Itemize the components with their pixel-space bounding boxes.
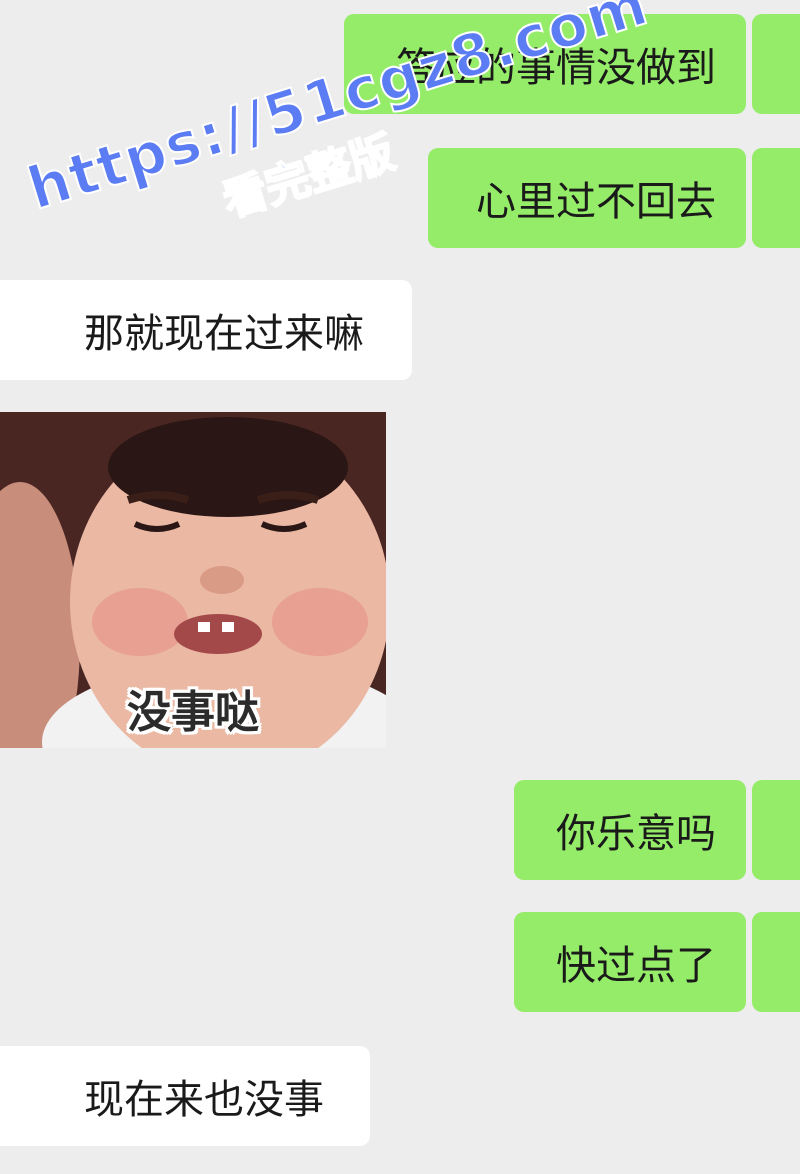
message-bubble-outgoing[interactable]: 快过点了: [514, 912, 746, 1012]
message-text: 快过点了: [556, 943, 716, 989]
self-avatar[interactable]: [752, 912, 800, 1012]
message-bubble-incoming[interactable]: 那就现在过来嘛: [0, 280, 412, 380]
message-bubble-outgoing[interactable]: 答应的事情没做到: [344, 14, 746, 114]
message-text: 你乐意吗: [556, 811, 716, 857]
message-bubble-outgoing[interactable]: 心里过不回去: [428, 148, 746, 248]
self-avatar[interactable]: [752, 780, 800, 880]
message-bubble-incoming[interactable]: 现在来也没事: [0, 1046, 370, 1146]
message-text: 那就现在过来嘛: [84, 311, 364, 357]
message-bubble-outgoing[interactable]: 你乐意吗: [514, 780, 746, 880]
sticker-caption: 没事哒: [127, 687, 259, 738]
self-avatar[interactable]: [752, 148, 800, 248]
sticker-message[interactable]: 没事哒: [0, 412, 386, 748]
message-text: 现在来也没事: [84, 1077, 324, 1123]
message-text: 心里过不回去: [476, 179, 716, 225]
self-avatar[interactable]: [752, 14, 800, 114]
watermark-caption: 看完整版: [216, 126, 401, 228]
message-text: 答应的事情没做到: [396, 45, 716, 91]
